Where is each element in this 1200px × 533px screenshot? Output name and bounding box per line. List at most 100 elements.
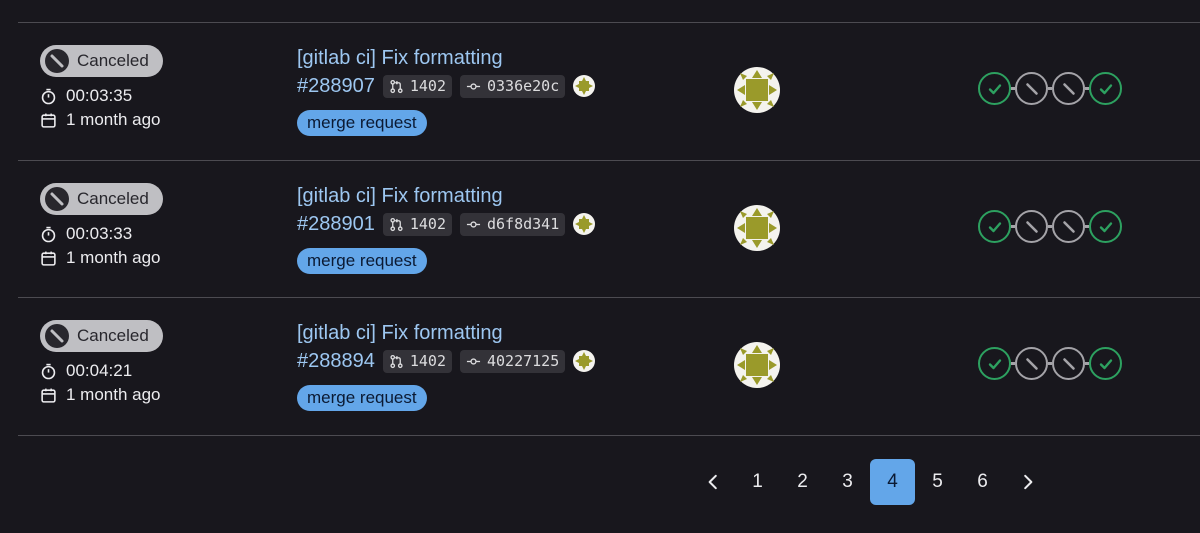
page-4-button[interactable]: 4	[870, 459, 915, 505]
page-1-button[interactable]: 1	[735, 459, 780, 505]
timer-icon	[41, 226, 56, 242]
finished-at: 1 month ago	[40, 247, 163, 269]
merge-request-icon	[390, 79, 403, 93]
pipeline-row: Canceled 00:03:35 1 month ago [gitlab ci…	[0, 23, 1200, 159]
stage-success[interactable]	[978, 210, 1011, 243]
canceled-status-icon	[45, 187, 69, 211]
stage-success[interactable]	[1089, 210, 1122, 243]
divider	[18, 435, 1200, 436]
status-text: Canceled	[77, 51, 149, 70]
merge-request-ref[interactable]: 1402	[382, 212, 452, 236]
status-column: Canceled 00:03:35 1 month ago	[40, 45, 163, 131]
pipeline-stages	[978, 210, 1122, 243]
stage-canceled[interactable]	[1052, 347, 1085, 380]
duration: 00:03:35	[40, 85, 163, 107]
check-icon	[988, 83, 1001, 94]
merge-request-label: merge request	[297, 385, 427, 411]
canceled-icon	[1025, 82, 1038, 95]
commit-sha: 40227125	[487, 352, 560, 370]
next-page-button[interactable]	[1005, 459, 1050, 505]
commit-author-avatar[interactable]	[573, 350, 596, 372]
finished-text: 1 month ago	[66, 110, 161, 129]
stage-success[interactable]	[978, 72, 1011, 105]
commit-author-avatar[interactable]	[573, 213, 596, 235]
stage-canceled[interactable]	[1052, 210, 1085, 243]
stage-success[interactable]	[1089, 347, 1122, 380]
commit-icon	[466, 220, 481, 228]
duration-text: 00:03:33	[66, 224, 133, 243]
commit-sha: d6f8d341	[487, 215, 560, 233]
status-column: Canceled 00:04:21 1 month ago	[40, 320, 163, 406]
chevron-left-icon	[708, 474, 717, 490]
status-text: Canceled	[77, 326, 149, 345]
finished-text: 1 month ago	[66, 248, 161, 267]
canceled-status-icon	[45, 324, 69, 348]
commit-icon	[466, 357, 481, 365]
timer-icon	[41, 363, 56, 379]
merge-request-ref[interactable]: 1402	[382, 349, 452, 373]
triggerer-avatar[interactable]	[734, 67, 780, 113]
stage-canceled[interactable]	[1015, 210, 1048, 243]
page-2-button[interactable]: 2	[780, 459, 825, 505]
stage-success[interactable]	[1089, 72, 1122, 105]
commit-title-link[interactable]: [gitlab ci] Fix formatting	[297, 319, 595, 347]
pipeline-stages	[978, 347, 1122, 380]
chevron-right-icon	[1023, 474, 1032, 490]
timer-icon	[41, 88, 56, 104]
check-icon	[1099, 221, 1112, 232]
calendar-icon	[41, 251, 56, 266]
pipeline-column: [gitlab ci] Fix formatting #288907 1402 …	[297, 44, 596, 136]
merge-request-ref[interactable]: 1402	[382, 74, 452, 98]
merge-request-label: merge request	[297, 248, 427, 274]
commit-ref[interactable]: d6f8d341	[460, 212, 566, 236]
commit-ref[interactable]: 40227125	[460, 349, 566, 373]
status-text: Canceled	[77, 189, 149, 208]
canceled-icon	[1025, 357, 1038, 370]
status-badge[interactable]: Canceled	[40, 320, 163, 352]
check-icon	[1099, 358, 1112, 369]
commit-title-link[interactable]: [gitlab ci] Fix formatting	[297, 182, 595, 210]
merge-request-number: 1402	[409, 352, 446, 370]
canceled-icon	[1025, 220, 1038, 233]
check-icon	[988, 358, 1001, 369]
commit-title-link[interactable]: [gitlab ci] Fix formatting	[297, 44, 595, 72]
page-6-button[interactable]: 6	[960, 459, 1005, 505]
calendar-icon	[41, 113, 56, 128]
pipeline-id-link[interactable]: #288901	[297, 213, 375, 236]
pipeline-refs: #288894 1402 40227125	[297, 347, 596, 375]
calendar-icon	[41, 388, 56, 403]
commit-ref[interactable]: 0336e20c	[460, 74, 566, 98]
merge-request-number: 1402	[409, 77, 446, 95]
stage-canceled[interactable]	[1015, 72, 1048, 105]
pipeline-column: [gitlab ci] Fix formatting #288894 1402 …	[297, 319, 596, 411]
stage-canceled[interactable]	[1015, 347, 1048, 380]
page-3-button[interactable]: 3	[825, 459, 870, 505]
finished-text: 1 month ago	[66, 385, 161, 404]
prev-page-button[interactable]	[690, 459, 735, 505]
canceled-icon	[1062, 357, 1075, 370]
merge-request-icon	[390, 354, 403, 368]
pipeline-column: [gitlab ci] Fix formatting #288901 1402 …	[297, 182, 596, 274]
commit-icon	[466, 82, 481, 90]
check-icon	[988, 221, 1001, 232]
pipeline-id-link[interactable]: #288907	[297, 75, 375, 98]
canceled-icon	[1062, 82, 1075, 95]
check-icon	[1099, 83, 1112, 94]
canceled-status-icon	[45, 49, 69, 73]
commit-sha: 0336e20c	[487, 77, 560, 95]
merge-request-icon	[390, 217, 403, 231]
status-badge[interactable]: Canceled	[40, 183, 163, 215]
page-5-button[interactable]: 5	[915, 459, 960, 505]
merge-request-label: merge request	[297, 110, 427, 136]
finished-at: 1 month ago	[40, 384, 163, 406]
stage-canceled[interactable]	[1052, 72, 1085, 105]
triggerer-avatar[interactable]	[734, 342, 780, 388]
pipeline-row: Canceled 00:04:21 1 month ago [gitlab ci…	[0, 298, 1200, 434]
status-badge[interactable]: Canceled	[40, 45, 163, 77]
status-column: Canceled 00:03:33 1 month ago	[40, 183, 163, 269]
stage-success[interactable]	[978, 347, 1011, 380]
pipeline-id-link[interactable]: #288894	[297, 350, 375, 373]
commit-author-avatar[interactable]	[573, 75, 596, 97]
triggerer-avatar[interactable]	[734, 205, 780, 251]
duration-text: 00:04:21	[66, 361, 133, 380]
